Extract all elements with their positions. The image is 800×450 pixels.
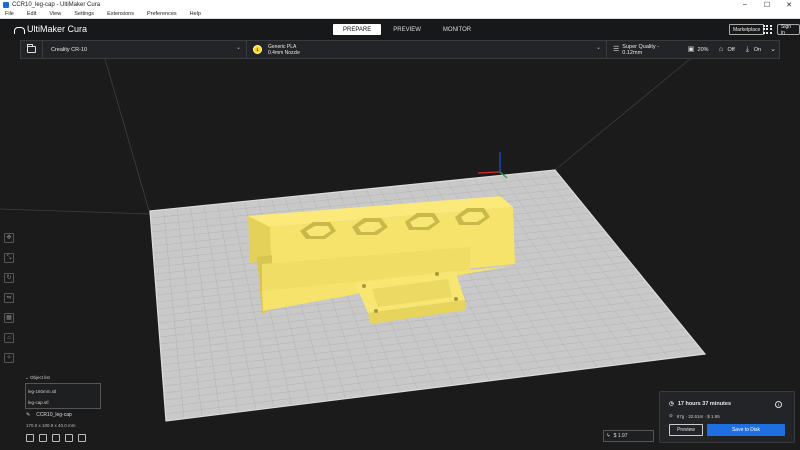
folder-icon [27, 44, 36, 53]
object-list-header[interactable]: ⌄ Object list [25, 375, 105, 381]
print-settings-selector[interactable]: ☰ Super Quality - 0.12mm ▣ 20% ⌂ Off ⤓ On ⌄ [607, 44, 779, 56]
window-titlebar: CCR10_leg-cap - UltiMaker Cura – ☐ ✕ [0, 0, 800, 10]
sliders-icon: ☰ [613, 46, 620, 53]
view-left-icon[interactable] [65, 434, 73, 442]
menu-preferences[interactable]: Preferences [147, 11, 177, 17]
model-dimensions: 170.0 x 100.9 x 40.0 mm [26, 423, 76, 428]
camera-view-buttons [26, 434, 91, 442]
menu-help[interactable]: Help [190, 11, 201, 17]
print-time: 17 hours 37 minutes [677, 401, 731, 407]
window-controls: – ☐ ✕ [734, 1, 800, 9]
open-file-button[interactable] [21, 40, 43, 59]
clock-icon: ◷ [669, 401, 674, 407]
info-icon[interactable]: i [775, 401, 782, 408]
profile-label: Super Quality - 0.12mm [622, 43, 659, 56]
view-right-icon[interactable] [78, 434, 86, 442]
object-list: ⌄ Object list leg-160mm.stl leg-cap.stl [25, 375, 105, 409]
chevron-down-icon: ⌄ [595, 45, 601, 51]
stage-tabs: PREPARE PREVIEW MONITOR [333, 24, 483, 35]
ultimaker-logo-icon [14, 25, 25, 34]
chevron-down-icon: ⌄ [235, 45, 241, 51]
apps-grid-icon[interactable] [763, 25, 772, 34]
app-logo: UltiMaker Cura [14, 24, 87, 34]
save-to-disk-button[interactable]: Save to Disk [707, 424, 785, 436]
print-setup-toolbar: Creality CR-10 ⌄ 1 Generic PLA 0.4mm Noz… [20, 40, 780, 59]
logo-text: UltiMaker Cura [27, 24, 88, 34]
menu-file[interactable]: File [5, 11, 14, 17]
material-usage: 97g · 32.61m · $ 1.95 [676, 413, 720, 419]
maximize-icon[interactable]: ☐ [756, 1, 778, 9]
material-selector[interactable]: 1 Generic PLA 0.4mm Nozzle ⌄ [247, 40, 607, 59]
print-summary-panel: ◷ 17 hours 37 minutes i ⊘ 97g · 32.61m ·… [659, 391, 795, 443]
material-name: Generic PLA [268, 43, 297, 50]
move-tool-icon[interactable]: ✥ [4, 233, 14, 243]
spool-icon: ⊘ [669, 413, 673, 418]
close-icon[interactable]: ✕ [778, 1, 800, 9]
adhesion-icon: ⤓ [745, 46, 749, 53]
tab-preview[interactable]: PREVIEW [383, 24, 431, 35]
support-label: Off [727, 46, 735, 53]
cost-value: $ 1.97 [613, 433, 628, 439]
material-color-icon: 1 [253, 45, 262, 54]
chevron-down-icon: ⌄ [25, 375, 29, 380]
tab-prepare[interactable]: PREPARE [333, 24, 382, 35]
rotate-tool-icon[interactable]: ↻ [4, 273, 14, 283]
support-blocker-icon[interactable]: ⌂ [4, 333, 14, 343]
tab-monitor[interactable]: MONITOR [433, 24, 481, 35]
infill-icon: ▣ [687, 46, 695, 53]
minimize-icon[interactable]: – [734, 1, 756, 9]
nozzle-name: 0.4mm Nozzle [268, 49, 300, 56]
left-toolbar: ✥ ⤡ ↻ ⇋ ▦ ⌂ ✧ [4, 233, 16, 373]
current-file: ✎ CCR10_leg-cap [26, 412, 72, 418]
scale-tool-icon[interactable]: ⤡ [4, 253, 14, 263]
menu-view[interactable]: View [49, 11, 61, 17]
mirror-tool-icon[interactable]: ⇋ [4, 293, 14, 303]
adhesion-label: On [753, 46, 762, 53]
printer-selector[interactable]: Creality CR-10 ⌄ [47, 40, 247, 59]
per-model-settings-icon[interactable]: ▦ [4, 313, 14, 323]
view-top-icon[interactable] [52, 434, 60, 442]
view-front-icon[interactable] [39, 434, 47, 442]
sign-in-button[interactable]: Sign in [777, 24, 800, 36]
chevron-down-icon: ⌄ [770, 46, 776, 53]
menu-settings[interactable]: Settings [74, 11, 94, 17]
printer-name: Creality CR-10 [51, 46, 88, 53]
list-item[interactable]: leg-cap.stl [28, 397, 98, 408]
app-icon [3, 2, 9, 8]
object-list-box: leg-160mm.stl leg-cap.stl [25, 383, 101, 409]
file-name: CCR10_leg-cap [36, 412, 72, 418]
custom-supports-icon[interactable]: ✧ [4, 353, 14, 363]
marketplace-button[interactable]: Marketplace [729, 24, 765, 35]
preview-button[interactable]: Preview [669, 424, 703, 436]
list-item[interactable]: leg-160mm.stl [28, 386, 98, 397]
view-3d-icon[interactable] [26, 434, 34, 442]
menu-edit[interactable]: Edit [27, 11, 36, 17]
support-icon: ⌂ [718, 46, 724, 53]
infill-label: 20% [697, 46, 709, 53]
cost-estimate: ϟ $ 1.97 [603, 430, 654, 442]
lightning-icon: ϟ [607, 433, 610, 439]
app-header: UltiMaker Cura PREPARE PREVIEW MONITOR M… [0, 19, 800, 40]
pencil-icon[interactable]: ✎ [26, 412, 30, 418]
window-title: CCR10_leg-cap - UltiMaker Cura [12, 2, 101, 8]
menubar: File Edit View Settings Extensions Prefe… [0, 10, 800, 19]
menu-extensions[interactable]: Extensions [107, 11, 134, 17]
